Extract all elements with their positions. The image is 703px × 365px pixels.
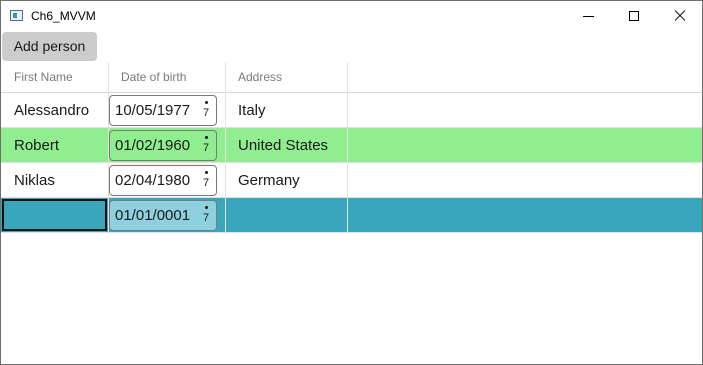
date-value: 01/02/1960 bbox=[115, 137, 191, 154]
column-divider[interactable] bbox=[108, 62, 109, 234]
title-bar[interactable]: Ch6_MVVM bbox=[1, 1, 702, 31]
date-value: 02/04/1980 bbox=[115, 172, 191, 189]
date-picker[interactable]: 10/05/1977 7 bbox=[109, 95, 217, 126]
calendar-icon[interactable]: 7 bbox=[201, 100, 211, 122]
address-cell[interactable]: Germany bbox=[238, 163, 300, 198]
column-divider[interactable] bbox=[347, 62, 348, 234]
table-row-selected[interactable]: 01/01/0001 7 bbox=[1, 198, 702, 233]
close-button[interactable] bbox=[657, 1, 703, 31]
table-row[interactable]: Robert 01/02/1960 7 United States bbox=[1, 128, 702, 163]
first-name-cell-editing[interactable] bbox=[2, 199, 107, 231]
table-row[interactable]: Niklas 02/04/1980 7 Germany bbox=[1, 163, 702, 198]
address-cell[interactable]: Italy bbox=[238, 93, 266, 128]
date-value: 10/05/1977 bbox=[115, 102, 191, 119]
address-cell[interactable]: United States bbox=[238, 128, 328, 163]
minimize-button[interactable] bbox=[565, 1, 611, 31]
first-name-cell[interactable]: Robert bbox=[14, 128, 59, 163]
calendar-icon[interactable]: 7 bbox=[201, 135, 211, 157]
date-value: 01/01/0001 bbox=[115, 207, 191, 224]
table-row[interactable]: Alessandro 10/05/1977 7 Italy bbox=[1, 93, 702, 128]
maximize-button[interactable] bbox=[611, 1, 657, 31]
grid-header-row: First Name Date of birth Address bbox=[1, 62, 702, 93]
add-person-button[interactable]: Add person bbox=[2, 32, 97, 61]
first-name-cell[interactable]: Alessandro bbox=[14, 93, 89, 128]
column-header-address[interactable]: Address bbox=[238, 62, 282, 93]
calendar-icon[interactable]: 7 bbox=[201, 205, 211, 227]
column-header-first-name[interactable]: First Name bbox=[14, 62, 73, 93]
window-title: Ch6_MVVM bbox=[31, 9, 96, 23]
app-window: Ch6_MVVM Add person First Name Date of b… bbox=[0, 0, 703, 365]
date-picker[interactable]: 01/01/0001 7 bbox=[109, 200, 217, 231]
date-picker[interactable]: 02/04/1980 7 bbox=[109, 165, 217, 196]
column-divider[interactable] bbox=[225, 62, 226, 234]
date-picker[interactable]: 01/02/1960 7 bbox=[109, 130, 217, 161]
calendar-icon[interactable]: 7 bbox=[201, 170, 211, 192]
column-header-date-of-birth[interactable]: Date of birth bbox=[121, 62, 186, 93]
first-name-cell[interactable]: Niklas bbox=[14, 163, 55, 198]
app-icon bbox=[10, 10, 23, 21]
people-data-grid[interactable]: First Name Date of birth Address Alessan… bbox=[1, 62, 702, 234]
